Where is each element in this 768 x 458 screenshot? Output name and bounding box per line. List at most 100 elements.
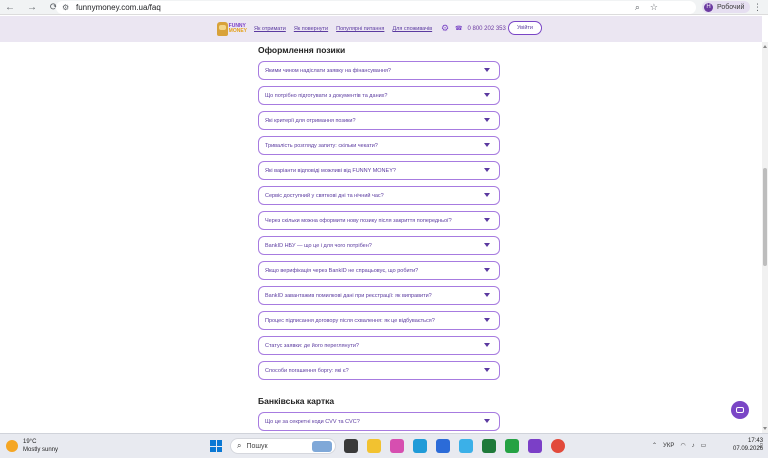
accessibility-icon[interactable]: ⚙	[441, 23, 451, 34]
faq-question: BankID НБУ — що це і для чого потрібен?	[265, 242, 372, 249]
store-icon[interactable]	[482, 439, 496, 453]
menu-item-consumers[interactable]: Для споживачів	[392, 26, 432, 32]
chevron-down-icon	[484, 193, 490, 197]
system-tray: ⌃ УКР ◠ ♪ ▭	[652, 442, 707, 450]
bookmark-star-icon[interactable]: ☆	[650, 2, 658, 13]
taskbar: 19°C Mostly sunny ⌕ Пошук ⌃ УКР ◠ ♪ ▭ 17…	[0, 433, 768, 458]
weather-widget[interactable]: 19°C Mostly sunny	[6, 438, 58, 454]
faq-question: Які критерії для отримання позики?	[265, 117, 356, 124]
faq-item[interactable]: Які варіанти відповіді можливі від FUNNY…	[258, 161, 500, 180]
weather-text: Mostly sunny	[23, 447, 59, 453]
faq-item[interactable]: BankID НБУ — що це і для чого потрібен?	[258, 236, 500, 255]
site-logo[interactable]: FUNNY MONEY	[217, 19, 247, 39]
chevron-down-icon	[484, 118, 490, 122]
zoom-icon[interactable]: ⌕	[635, 2, 640, 13]
sun-icon	[6, 440, 18, 452]
chevron-down-icon	[484, 419, 490, 423]
faq-item[interactable]: Що це за секретні коди CVV та CVC?	[258, 412, 500, 431]
chevron-down-icon	[484, 368, 490, 372]
menu-item-faq[interactable]: Популярні питання	[336, 26, 384, 32]
file-explorer-icon[interactable]	[367, 439, 381, 453]
faq-question: Якими чином надіслати заявку на фінансув…	[265, 67, 391, 74]
faq-item[interactable]: Тривалість розгляду запиту: скільки чека…	[258, 136, 500, 155]
faq-item[interactable]: Якими чином надіслати заявку на фінансув…	[258, 61, 500, 80]
faq-item[interactable]: Що потрібно підготувати з документів та …	[258, 86, 500, 105]
profile-button[interactable]: Н Робочий	[702, 1, 751, 13]
faq-item[interactable]: Через скільки можна оформити нову позику…	[258, 211, 500, 230]
address-bar[interactable]: ⚙ funnymoney.com.ua/faq	[56, 1, 696, 14]
taskbar-search[interactable]: ⌕ Пошук	[230, 438, 336, 454]
faq-question: Статус заявки: де його переглянути?	[265, 342, 359, 349]
chevron-up-icon[interactable]: ⌃	[652, 442, 657, 449]
chevron-down-icon	[484, 343, 490, 347]
site-info-icon[interactable]: ⚙	[62, 3, 70, 12]
chat-icon	[736, 407, 744, 413]
faq-question: Якщо верифікація через BankID не спрацьо…	[265, 267, 419, 274]
logo-text-line2: MONEY	[228, 28, 247, 34]
search-icon: ⌕	[237, 441, 242, 450]
copilot-icon[interactable]	[390, 439, 404, 453]
faq-question: Що це за секретні коди CVV та CVC?	[265, 418, 360, 425]
scroll-up-icon[interactable]	[763, 45, 767, 48]
chevron-down-icon	[484, 268, 490, 272]
chevron-down-icon	[484, 243, 490, 247]
chevron-down-icon	[484, 143, 490, 147]
chevron-down-icon	[484, 168, 490, 172]
start-button[interactable]	[210, 440, 222, 452]
notification-icon[interactable]: ♫	[758, 442, 763, 449]
browser-menu-icon[interactable]: ⋮	[753, 2, 762, 13]
main-menu: Як отримати Як повернути Популярні питан…	[254, 26, 432, 32]
chevron-down-icon	[484, 318, 490, 322]
faq-item[interactable]: Процес підписання договору після схвален…	[258, 311, 500, 330]
scroll-down-icon[interactable]	[763, 427, 767, 430]
app-icon[interactable]	[459, 439, 473, 453]
url-text: funnymoney.com.ua/faq	[76, 3, 161, 12]
chevron-down-icon	[484, 218, 490, 222]
faq-item[interactable]: BankID завантажив помилкові дані при реє…	[258, 286, 500, 305]
faq-item[interactable]: Сервіс доступний у святкові дні та нічни…	[258, 186, 500, 205]
chevron-down-icon	[484, 293, 490, 297]
search-highlight-image	[312, 441, 332, 452]
language-indicator[interactable]: УКР	[663, 443, 674, 449]
temperature: 19°C	[23, 439, 37, 445]
whatsapp-icon[interactable]	[505, 439, 519, 453]
avatar: Н	[704, 2, 713, 12]
section-title-bank-card: Банківська картка	[258, 396, 335, 406]
faq-question: Тривалість розгляду запиту: скільки чека…	[265, 142, 378, 149]
faq-question: Процес підписання договору після схвален…	[265, 317, 435, 324]
faq-item[interactable]: Статус заявки: де його переглянути?	[258, 336, 500, 355]
profile-label: Робочий	[717, 3, 745, 11]
address-bar-actions: ⌕ ☆	[635, 1, 658, 14]
scrollbar-thumb[interactable]	[763, 168, 767, 266]
phone-number[interactable]: 0 800 202 353	[467, 26, 505, 32]
battery-icon[interactable]: ▭	[701, 442, 707, 449]
back-icon[interactable]: ←	[4, 1, 16, 13]
edge-icon[interactable]	[413, 439, 427, 453]
faq-item[interactable]: Якщо верифікація через BankID не спрацьо…	[258, 261, 500, 280]
chevron-down-icon	[484, 68, 490, 72]
search-placeholder: Пошук	[246, 442, 268, 450]
taskbar-apps	[344, 439, 565, 453]
chrome-icon[interactable]	[551, 439, 565, 453]
task-view-icon[interactable]	[344, 439, 358, 453]
volume-icon[interactable]: ♪	[692, 443, 695, 449]
phone-icon: ☎	[455, 26, 463, 32]
faq-question: Через скільки можна оформити нову позику…	[265, 217, 452, 224]
menu-item-how-to-repay[interactable]: Як повернути	[294, 26, 328, 32]
menu-item-how-to-get[interactable]: Як отримати	[254, 26, 286, 32]
faq-item[interactable]: Які критерії для отримання позики?	[258, 111, 500, 130]
chat-button[interactable]	[731, 401, 749, 419]
viber-icon[interactable]	[528, 439, 542, 453]
wifi-icon[interactable]: ◠	[680, 442, 685, 449]
faq-question: Сервіс доступний у святкові дні та нічни…	[265, 192, 384, 199]
section-title-loan: Оформлення позики	[258, 45, 346, 55]
login-button[interactable]: Увійти	[508, 21, 542, 35]
site-header: FUNNY MONEY Як отримати Як повернути Поп…	[0, 16, 762, 42]
faq-question: BankID завантажив помилкові дані при реє…	[265, 292, 432, 299]
header-contacts: ⚙ ☎ 0 800 202 353	[441, 23, 506, 34]
page-scrollbar[interactable]	[762, 42, 768, 433]
forward-icon[interactable]: →	[26, 1, 38, 13]
mascot-icon	[217, 22, 228, 36]
faq-item[interactable]: Способи погашення боргу: які є?	[258, 361, 500, 380]
outlook-icon[interactable]	[436, 439, 450, 453]
